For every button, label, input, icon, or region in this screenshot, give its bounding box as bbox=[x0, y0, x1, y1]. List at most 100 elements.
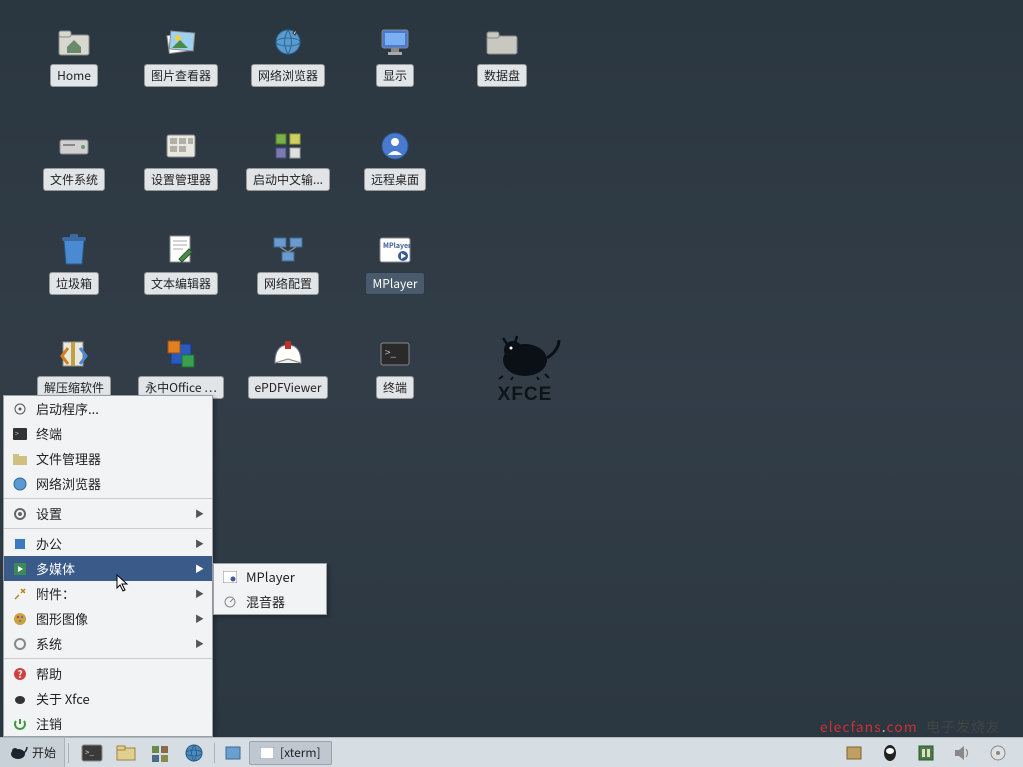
submenu-arrow-icon: ▶ bbox=[195, 587, 204, 600]
taskbar-terminal-icon[interactable]: >_ bbox=[77, 741, 107, 765]
terminal-icon: >_ bbox=[377, 336, 413, 372]
svg-text:>_: >_ bbox=[385, 344, 397, 359]
menu-label: MPlayer bbox=[246, 567, 295, 586]
desktop-icon-editor[interactable]: 文本编辑器 bbox=[133, 232, 229, 295]
about-icon bbox=[12, 691, 28, 707]
icon-label: 网络配置 bbox=[257, 272, 319, 295]
taskbar: 开始 >_ [xterm] bbox=[0, 737, 1023, 767]
startmenu-item-10[interactable]: 图形图像 ▶ bbox=[4, 606, 212, 631]
menu-label: 混音器 bbox=[246, 592, 285, 611]
submenu-item-0[interactable]: MPlayer bbox=[214, 564, 326, 589]
startmenu-item-11[interactable]: 系统▶ bbox=[4, 631, 212, 656]
menu-label: 附件： bbox=[36, 584, 75, 603]
icon-label: 文本编辑器 bbox=[144, 272, 218, 295]
xfce-logo: XFCE bbox=[470, 330, 580, 415]
desktop-icon-display[interactable]: 显示 bbox=[347, 24, 443, 87]
media-icon bbox=[12, 561, 28, 577]
desktop-icon-trash[interactable]: 垃圾箱 bbox=[26, 232, 122, 295]
folder-home-icon bbox=[56, 24, 92, 60]
tray-icon-qq[interactable] bbox=[875, 741, 905, 765]
taskbar-window-xterm[interactable]: [xterm] bbox=[249, 741, 332, 765]
icon-label: 终端 bbox=[376, 376, 414, 399]
desktop-icon-remote[interactable]: 远程桌面 bbox=[347, 128, 443, 191]
icon-label: 显示 bbox=[376, 64, 414, 87]
desktop-icon-drive[interactable]: 文件系统 bbox=[26, 128, 122, 191]
submenu-arrow-icon: ▶ bbox=[195, 637, 204, 650]
startmenu-item-2[interactable]: 文件管理器 bbox=[4, 446, 212, 471]
icon-label: 设置管理器 bbox=[144, 168, 218, 191]
startmenu-item-0[interactable]: 启动程序... bbox=[4, 396, 212, 421]
startmenu-item-1[interactable]: > 终端 bbox=[4, 421, 212, 446]
menu-label: 图形图像 bbox=[36, 609, 88, 628]
remote-icon bbox=[377, 128, 413, 164]
taskbar-settings-icon[interactable] bbox=[145, 741, 175, 765]
startmenu-item-14[interactable]: 关于 Xfce bbox=[4, 686, 212, 711]
graphics-icon bbox=[12, 611, 28, 627]
menu-label: 办公 bbox=[36, 534, 62, 553]
tray-icon-1[interactable] bbox=[839, 741, 869, 765]
office-sm-icon bbox=[12, 536, 28, 552]
taskbar-show-desktop-icon[interactable] bbox=[223, 741, 243, 765]
desktop-icon-archive[interactable]: 解压缩软件 bbox=[26, 336, 122, 399]
filemgr-icon bbox=[12, 451, 28, 467]
icon-label: 图片查看器 bbox=[144, 64, 218, 87]
help-icon: ? bbox=[12, 666, 28, 682]
pdf-icon bbox=[270, 336, 306, 372]
desktop-icon-office[interactable]: 永中Office … bbox=[133, 336, 229, 399]
menu-label: 终端 bbox=[36, 424, 62, 443]
taskbar-browser-icon[interactable] bbox=[179, 741, 209, 765]
network-icon bbox=[270, 232, 306, 268]
icon-label: ePDFViewer bbox=[248, 376, 329, 399]
startmenu-item-5[interactable]: 设置 ▶ bbox=[4, 501, 212, 526]
desktop-icon-input-method[interactable]: 启动中文输... bbox=[240, 128, 336, 191]
system-tray bbox=[837, 741, 1023, 765]
startmenu-item-3[interactable]: 网络浏览器 bbox=[4, 471, 212, 496]
settings-icon bbox=[163, 128, 199, 164]
display-icon bbox=[377, 24, 413, 60]
startmenu-item-9[interactable]: 附件： ▶ bbox=[4, 581, 212, 606]
svg-text:MPlayer: MPlayer bbox=[383, 241, 412, 251]
web-browser-icon bbox=[270, 24, 306, 60]
desktop-icon-network[interactable]: 网络配置 bbox=[240, 232, 336, 295]
startmenu-item-13[interactable]: ? 帮助 bbox=[4, 661, 212, 686]
archive-icon bbox=[56, 336, 92, 372]
start-button[interactable]: 开始 bbox=[0, 738, 65, 767]
mplayer-sm-icon bbox=[222, 569, 238, 585]
icon-label: 文件系统 bbox=[43, 168, 105, 191]
desktop-icon-terminal[interactable]: >_ 终端 bbox=[347, 336, 443, 399]
terminal-sm-icon: > bbox=[12, 426, 28, 442]
tray-icon-media[interactable] bbox=[911, 741, 941, 765]
desktop-icon-folder[interactable]: 数据盘 bbox=[454, 24, 550, 87]
desktop-icon-settings[interactable]: 设置管理器 bbox=[133, 128, 229, 191]
startmenu-item-8[interactable]: 多媒体▶ bbox=[4, 556, 212, 581]
menu-label: 设置 bbox=[36, 504, 62, 523]
startmenu-item-7[interactable]: 办公 ▶ bbox=[4, 531, 212, 556]
mplayer-icon: MPlayer bbox=[377, 232, 413, 268]
desktop-icon-folder-home[interactable]: Home bbox=[26, 24, 122, 87]
startmenu-item-15[interactable]: 注销 bbox=[4, 711, 212, 736]
submenu-arrow-icon: ▶ bbox=[195, 537, 204, 550]
desktop-icon-mplayer[interactable]: MPlayer MPlayer bbox=[347, 232, 443, 295]
system-icon bbox=[12, 636, 28, 652]
tray-icon-disc[interactable] bbox=[983, 741, 1013, 765]
submenu-arrow-icon: ▶ bbox=[195, 507, 204, 520]
icon-label: 数据盘 bbox=[477, 64, 527, 87]
menu-label: 帮助 bbox=[36, 664, 62, 683]
input-method-icon bbox=[270, 128, 306, 164]
taskbar-filemanager-icon[interactable] bbox=[111, 741, 141, 765]
icon-label: 垃圾箱 bbox=[49, 272, 99, 295]
submenu-item-1[interactable]: 混音器 bbox=[214, 589, 326, 614]
submenu-arrow-icon: ▶ bbox=[195, 612, 204, 625]
editor-icon bbox=[163, 232, 199, 268]
desktop-icon-pdf[interactable]: ePDFViewer bbox=[240, 336, 336, 399]
menu-label: 网络浏览器 bbox=[36, 474, 101, 493]
icon-label: 远程桌面 bbox=[364, 168, 426, 191]
tray-icon-volume[interactable] bbox=[947, 741, 977, 765]
drive-icon bbox=[56, 128, 92, 164]
icon-label: MPlayer bbox=[365, 272, 424, 295]
image-viewer-icon bbox=[163, 24, 199, 60]
menu-label: 启动程序... bbox=[36, 399, 99, 418]
desktop-icon-web-browser[interactable]: 网络浏览器 bbox=[240, 24, 336, 87]
desktop-icon-image-viewer[interactable]: 图片查看器 bbox=[133, 24, 229, 87]
browser-sm-icon bbox=[12, 476, 28, 492]
